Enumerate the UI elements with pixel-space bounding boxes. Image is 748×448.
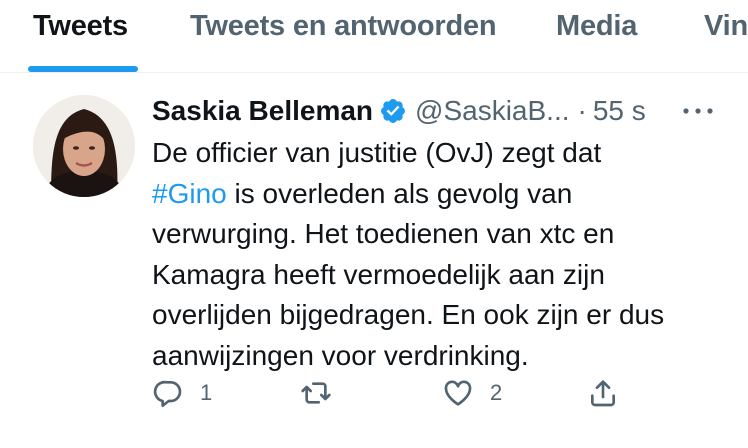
retweet-button[interactable] (300, 373, 348, 413)
profile-tabs: Tweets Tweets en antwoorden Media Vin (0, 0, 748, 72)
hashtag-link[interactable]: #Gino (152, 178, 227, 209)
tweet-text-line: #Gino is overleden als gevolg van (152, 174, 732, 215)
tweet-text: De officier van justitie (OvJ) zegt dat … (152, 133, 732, 376)
tab-likes[interactable]: Vin (704, 10, 748, 43)
separator-dot: · (577, 95, 587, 126)
tweet-text-line: Kamagra heeft vermoedelijk aan zijn (152, 258, 605, 290)
more-horizontal-icon[interactable] (680, 99, 716, 123)
retweet-icon (301, 382, 331, 404)
tweet-text-fragment: is overleden als gevolg van (234, 177, 573, 209)
share-button[interactable] (587, 373, 619, 413)
tab-media[interactable]: Media (556, 10, 637, 43)
author-handle[interactable]: @SaskiaB... (415, 95, 569, 127)
tweet-timestamp[interactable]: 55 s (593, 95, 646, 127)
tab-tweets-and-replies[interactable]: Tweets en antwoorden (190, 10, 497, 43)
tweet-text-line: De officier van justitie (OvJ) zegt dat (152, 137, 602, 168)
tweet-text-line: verwurging. Het toedienen van xtc en (152, 218, 615, 249)
reply-icon (153, 380, 182, 407)
author-name[interactable]: Saskia Belleman (152, 95, 373, 127)
tweet-text-line: overlijden bijgedragen. En ook zijn er d… (152, 299, 665, 330)
reply-count: 1 (200, 380, 213, 405)
author-avatar[interactable] (33, 95, 135, 197)
share-icon (591, 380, 615, 407)
tweet-text-line: aanwijzingen voor verdrinking. (152, 339, 529, 371)
tabs-divider (0, 72, 748, 73)
heart-icon (444, 380, 472, 406)
verified-badge-icon (381, 99, 405, 123)
like-count: 2 (490, 380, 503, 405)
like-button[interactable]: 2 (442, 373, 502, 413)
reply-button[interactable]: 1 (152, 373, 212, 413)
tweet-header: Saskia Belleman @SaskiaB... · 55 s (152, 93, 646, 129)
avatar-portrait-image (33, 95, 135, 197)
tab-tweets[interactable]: Tweets (33, 10, 128, 43)
